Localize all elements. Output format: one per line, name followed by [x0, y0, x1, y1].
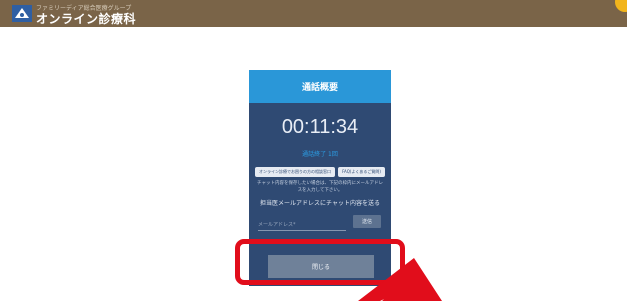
email-field[interactable] — [258, 219, 346, 231]
call-duration: 00:11:34 — [281, 116, 359, 138]
pointer-arrow-icon — [358, 258, 442, 301]
card-title: 通話概要 — [249, 70, 391, 103]
top-bar: ファミリーディア総合医療グループ オンライン診療科 — [0, 0, 627, 27]
call-status: 通話終了 1回 — [302, 151, 338, 158]
faq-link[interactable]: FAQ(よくあるご質問) — [338, 167, 385, 177]
send-chat-label: 担当医メールアドレスにチャット内容を送る — [260, 200, 380, 207]
help-links: オンライン診療でお困りの方の相談窓口 FAQ(よくあるご質問) — [255, 167, 385, 177]
logo-icon — [12, 5, 32, 22]
send-button[interactable]: 送信 — [353, 215, 381, 228]
save-chat-note: チャット内容を保存したい場合は、下記の枠内にメールアドレスを入力して下さい。 — [257, 181, 383, 193]
logo-title[interactable]: オンライン診療科 — [36, 10, 136, 27]
help-desk-link[interactable]: オンライン診療でお困りの方の相談窓口 — [255, 167, 335, 177]
corner-badge — [615, 0, 627, 12]
